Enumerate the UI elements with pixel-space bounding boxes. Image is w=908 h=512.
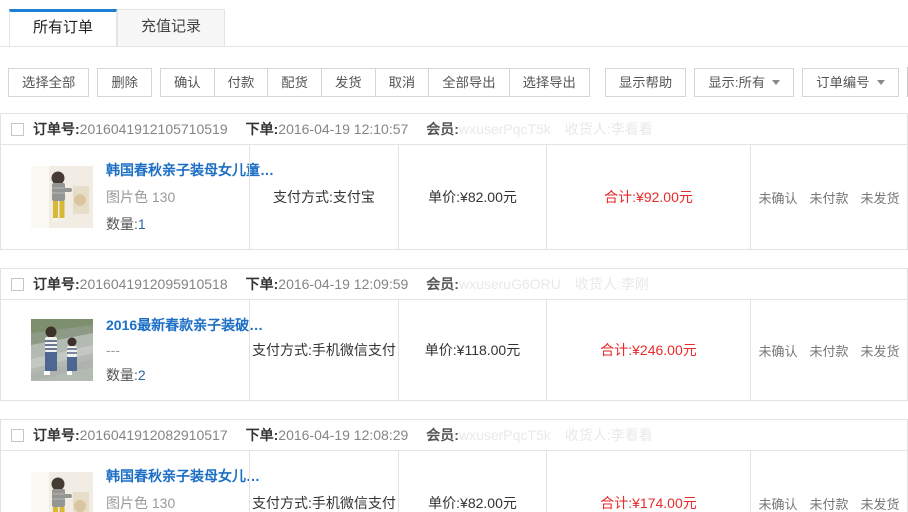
product-title-link[interactable]: 韩国春秋亲子装母女儿童… <box>106 160 243 180</box>
status-unpaid: 未付款 <box>809 341 848 360</box>
status-cell: 未确认 未付款 未发货 <box>750 145 907 249</box>
payment-method-cell: 支付方式:手机微信支付 <box>249 300 398 400</box>
confirm-button[interactable]: 确认 <box>160 68 215 97</box>
product-info: 韩国春秋亲子装母女儿童… 图片色 130 数量:1 <box>106 160 243 234</box>
chevron-down-icon <box>877 80 885 85</box>
receiver-value: 收货人:李看看 <box>565 425 653 445</box>
product-qty: 数量:2 <box>106 365 243 385</box>
allocate-button[interactable]: 配货 <box>267 68 322 97</box>
order-body: 2016最新春款亲子装破… --- 数量:2 支付方式:手机微信支付 单价:¥1… <box>1 300 907 400</box>
tab-bar: 所有订单 充值记录 <box>0 9 908 47</box>
order-header: 订单号: 2016041912095910518 下单: 2016-04-19 … <box>1 269 907 300</box>
product-image[interactable] <box>31 319 93 381</box>
product-cell: 韩国春秋亲子装母女儿… 图片色 130 数量:2 <box>1 451 249 512</box>
status-unconfirmed: 未确认 <box>758 494 797 512</box>
order-no-label: 订单号: <box>33 119 80 139</box>
order-body: 韩国春秋亲子装母女儿… 图片色 130 数量:2 支付方式:手机微信支付 单价:… <box>1 451 907 512</box>
cancel-button[interactable]: 取消 <box>375 68 430 97</box>
order-checkbox[interactable] <box>11 278 24 291</box>
unit-price-cell: 单价:¥118.00元 <box>398 300 546 400</box>
order-time-label: 下单: <box>246 425 279 445</box>
status-unconfirmed: 未确认 <box>758 341 797 360</box>
order-block: 订单号: 2016041912095910518 下单: 2016-04-19 … <box>0 268 908 401</box>
order-no-label: 订单号: <box>33 274 80 294</box>
product-variant: --- <box>106 342 243 358</box>
product-title-link[interactable]: 2016最新春款亲子装破… <box>106 315 243 335</box>
chevron-down-icon <box>772 80 780 85</box>
member-label: 会员: <box>426 274 459 294</box>
member-label: 会员: <box>426 425 459 445</box>
order-time-value: 2016-04-19 12:09:59 <box>278 276 408 292</box>
select-all-button[interactable]: 选择全部 <box>8 68 89 97</box>
order-checkbox[interactable] <box>11 123 24 136</box>
total-price-cell: 合计:¥246.00元 <box>546 300 750 400</box>
status-unpaid: 未付款 <box>809 188 848 207</box>
unit-price-cell: 单价:¥82.00元 <box>398 145 546 249</box>
export-all-button[interactable]: 全部导出 <box>428 68 509 97</box>
product-cell: 韩国春秋亲子装母女儿童… 图片色 130 数量:1 <box>1 145 249 249</box>
status-cell: 未确认 未付款 未发货 <box>750 451 907 512</box>
receiver-value: 收货人:李刚 <box>575 274 649 294</box>
export-selected-button[interactable]: 选择导出 <box>509 68 590 97</box>
pay-button[interactable]: 付款 <box>214 68 269 97</box>
member-value: wxuserPqcT5k <box>459 121 551 137</box>
order-no-value: 2016041912082910517 <box>80 427 228 443</box>
receiver-value: 收货人:李看看 <box>565 119 653 139</box>
order-no-value: 2016041912095910518 <box>80 276 228 292</box>
order-body: 韩国春秋亲子装母女儿童… 图片色 130 数量:1 支付方式:支付宝 单价:¥8… <box>1 145 907 249</box>
show-help-button[interactable]: 显示帮助 <box>605 68 686 97</box>
payment-method-cell: 支付方式:支付宝 <box>249 145 398 249</box>
unit-price-cell: 单价:¥82.00元 <box>398 451 546 512</box>
toolbar: 选择全部 删除 确认 付款 配货 发货 取消 全部导出 选择导出 显示帮助 显示… <box>0 67 908 97</box>
ship-button[interactable]: 发货 <box>321 68 376 97</box>
search-type-dropdown[interactable]: 订单编号 <box>802 68 898 97</box>
status-unshipped: 未发货 <box>861 188 900 207</box>
product-variant: 图片色 130 <box>106 493 243 512</box>
tab-all-orders[interactable]: 所有订单 <box>9 9 117 46</box>
order-header: 订单号: 2016041912082910517 下单: 2016-04-19 … <box>1 420 907 451</box>
order-checkbox[interactable] <box>11 429 24 442</box>
show-filter-label: 显示:所有 <box>708 69 765 96</box>
product-info: 韩国春秋亲子装母女儿… 图片色 130 数量:2 <box>106 466 243 512</box>
total-price-cell: 合计:¥174.00元 <box>546 451 750 512</box>
search-type-label: 订单编号 <box>816 69 869 96</box>
delete-button[interactable]: 删除 <box>97 68 152 97</box>
product-title-link[interactable]: 韩国春秋亲子装母女儿… <box>106 466 243 486</box>
member-value: wxuserPqcT5k <box>459 427 551 443</box>
action-button-group: 确认 付款 配货 发货 取消 全部导出 选择导出 <box>160 68 590 97</box>
product-info: 2016最新春款亲子装破… --- 数量:2 <box>106 315 243 385</box>
order-header: 订单号: 2016041912105710519 下单: 2016-04-19 … <box>1 114 907 145</box>
order-time-label: 下单: <box>246 119 279 139</box>
status-unpaid: 未付款 <box>809 494 848 512</box>
order-time-label: 下单: <box>246 274 279 294</box>
product-variant: 图片色 130 <box>106 187 243 207</box>
total-price-cell: 合计:¥92.00元 <box>546 145 750 249</box>
status-cell: 未确认 未付款 未发货 <box>750 300 907 400</box>
product-qty: 数量:1 <box>106 214 243 234</box>
member-value: wxuseruG6ORU <box>459 276 561 292</box>
order-block: 订单号: 2016041912082910517 下单: 2016-04-19 … <box>0 419 908 512</box>
order-time-value: 2016-04-19 12:08:29 <box>278 427 408 443</box>
status-unshipped: 未发货 <box>861 494 900 512</box>
status-unconfirmed: 未确认 <box>758 188 797 207</box>
product-image[interactable] <box>31 472 93 512</box>
payment-method-cell: 支付方式:手机微信支付 <box>249 451 398 512</box>
tab-recharge-records[interactable]: 充值记录 <box>117 9 225 46</box>
status-unshipped: 未发货 <box>861 341 900 360</box>
order-block: 订单号: 2016041912105710519 下单: 2016-04-19 … <box>0 113 908 250</box>
member-label: 会员: <box>426 119 459 139</box>
order-time-value: 2016-04-19 12:10:57 <box>278 121 408 137</box>
order-no-label: 订单号: <box>33 425 80 445</box>
show-filter-dropdown[interactable]: 显示:所有 <box>694 68 794 97</box>
product-cell: 2016最新春款亲子装破… --- 数量:2 <box>1 300 249 400</box>
product-image[interactable] <box>31 166 93 228</box>
order-no-value: 2016041912105710519 <box>80 121 228 137</box>
